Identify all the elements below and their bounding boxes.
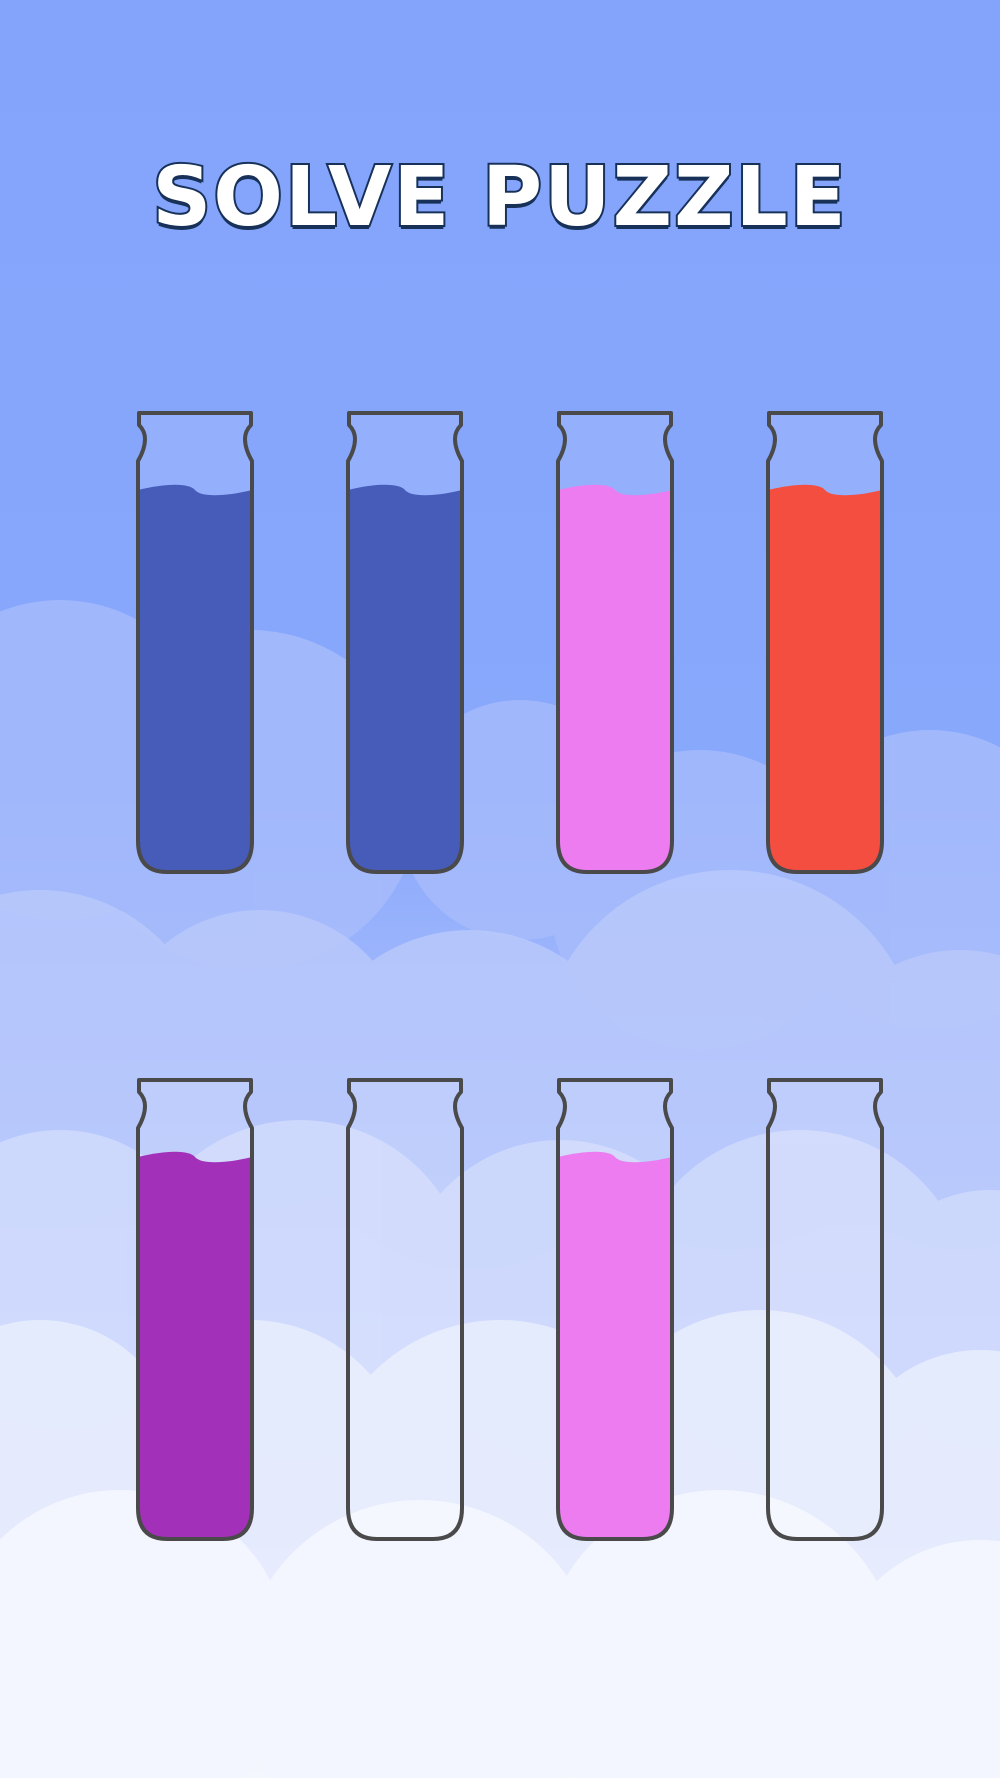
liquid-layer-red bbox=[768, 484, 882, 872]
page-title: SOLVE PUZZLE bbox=[150, 148, 848, 247]
liquid-layer-purple bbox=[138, 1151, 252, 1539]
tube-1[interactable] bbox=[135, 411, 255, 875]
tube-4[interactable] bbox=[765, 411, 885, 875]
tube-2[interactable] bbox=[345, 411, 465, 875]
liquid-layer-navy bbox=[348, 484, 462, 872]
tube-3[interactable] bbox=[555, 411, 675, 875]
tube-6[interactable] bbox=[345, 1078, 465, 1542]
tube-glass bbox=[768, 1080, 882, 1539]
tube-7[interactable] bbox=[555, 1078, 675, 1542]
liquid-layer-pink bbox=[558, 484, 672, 872]
liquid-layer-navy bbox=[138, 484, 252, 872]
tube-glass bbox=[348, 1080, 462, 1539]
liquid-layer-pink bbox=[558, 1151, 672, 1539]
tube-8[interactable] bbox=[765, 1078, 885, 1542]
tube-5[interactable] bbox=[135, 1078, 255, 1542]
